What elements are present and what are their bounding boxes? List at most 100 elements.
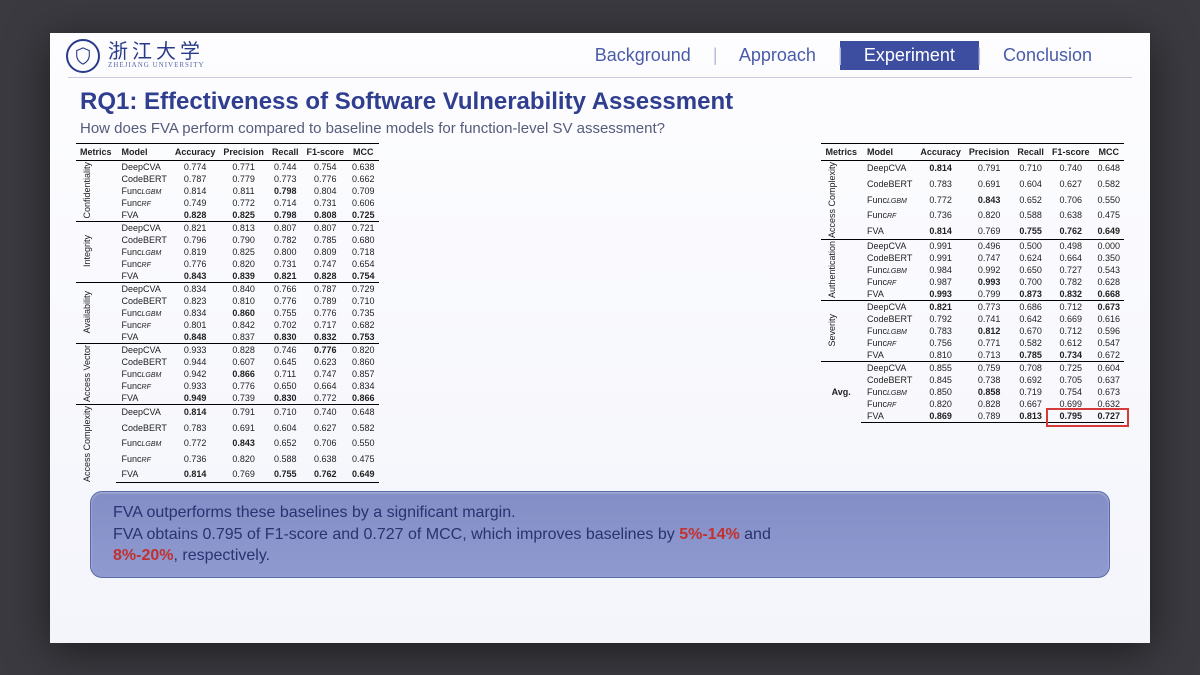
value-cell: 0.623: [302, 356, 348, 368]
nav-conclusion[interactable]: Conclusion: [979, 41, 1116, 70]
value-cell: 0.799: [965, 288, 1014, 301]
value-cell: 0.731: [268, 258, 303, 270]
value-cell: 0.747: [302, 368, 348, 380]
value-cell: 0.828: [965, 398, 1014, 410]
model-cell: CodeBERT: [861, 313, 916, 325]
model-cell: FVA: [861, 349, 916, 362]
value-cell: 0.604: [1013, 176, 1048, 192]
value-cell: 0.993: [965, 276, 1014, 288]
header: 浙江大学 ZHEJIANG UNIVERSITY BackgroundAppro…: [50, 33, 1150, 77]
value-cell: 0.860: [348, 356, 379, 368]
value-cell: 0.776: [302, 173, 348, 185]
value-cell: 0.839: [219, 270, 268, 283]
value-cell: 0.771: [219, 160, 268, 173]
value-cell: 0.848: [171, 331, 220, 344]
value-cell: 0.807: [302, 221, 348, 234]
value-cell: 0.811: [219, 185, 268, 197]
value-cell: 0.550: [1093, 192, 1124, 208]
value-cell: 0.762: [1048, 223, 1094, 239]
value-cell: 0.991: [916, 239, 965, 252]
value-cell: 0.813: [219, 221, 268, 234]
value-cell: 0.759: [965, 361, 1014, 374]
results-table-left: MetricsModelAccuracyPrecisionRecallF1-sc…: [76, 143, 379, 484]
value-cell: 0.933: [171, 343, 220, 356]
value-cell: 0.672: [1093, 349, 1124, 362]
value-cell: 0.789: [302, 295, 348, 307]
value-cell: 0.837: [219, 331, 268, 344]
model-cell: DeepCVA: [861, 361, 916, 374]
value-cell: 0.712: [1048, 325, 1094, 337]
value-cell: 0.766: [268, 282, 303, 295]
value-cell: 0.992: [965, 264, 1014, 276]
value-cell: 0.821: [268, 270, 303, 283]
value-cell: 0.731: [302, 197, 348, 209]
value-cell: 0.933: [171, 380, 220, 392]
value-cell: 0.942: [171, 368, 220, 380]
value-cell: 0.798: [268, 209, 303, 222]
value-cell: 0.710: [348, 295, 379, 307]
model-cell: CodeBERT: [861, 374, 916, 386]
value-cell: 0.727: [1048, 264, 1094, 276]
value-cell: 0.710: [268, 404, 303, 420]
model-cell: DeepCVA: [861, 160, 916, 176]
model-cell: FuncRF: [116, 258, 171, 270]
value-cell: 0.699: [1048, 398, 1094, 410]
value-cell: 0.776: [219, 380, 268, 392]
value-cell: 0.776: [302, 343, 348, 356]
value-cell: 0.637: [1093, 374, 1124, 386]
value-cell: 0.845: [916, 374, 965, 386]
model-cell: FVA: [116, 209, 171, 222]
value-cell: 0.850: [916, 386, 965, 398]
metric-access-complexity: Access Complexity: [76, 404, 116, 483]
value-cell: 0.779: [219, 173, 268, 185]
value-cell: 0.993: [916, 288, 965, 301]
value-cell: 0.756: [916, 337, 965, 349]
value-cell: 0.740: [1048, 160, 1094, 176]
value-cell: 0.627: [1048, 176, 1094, 192]
model-cell: FuncRF: [861, 398, 916, 410]
value-cell: 0.823: [171, 295, 220, 307]
value-cell: 0.789: [965, 410, 1014, 423]
value-cell: 0.834: [348, 380, 379, 392]
value-cell: 0.773: [965, 300, 1014, 313]
value-cell: 0.686: [1013, 300, 1048, 313]
nav-approach[interactable]: Approach: [715, 41, 840, 70]
value-cell: 0.691: [219, 420, 268, 435]
callout-line1: FVA outperforms these baselines by a sig…: [113, 502, 1087, 524]
value-cell: 0.717: [302, 319, 348, 331]
value-cell: 0.820: [219, 451, 268, 466]
value-cell: 0.649: [348, 466, 379, 482]
value-cell: 0.753: [348, 331, 379, 344]
value-cell: 0.706: [302, 436, 348, 451]
value-cell: 0.582: [348, 420, 379, 435]
model-cell: CodeBERT: [116, 173, 171, 185]
value-cell: 0.944: [171, 356, 220, 368]
value-cell: 0.828: [171, 209, 220, 222]
value-cell: 0.857: [348, 368, 379, 380]
value-cell: 0.664: [302, 380, 348, 392]
metric-access-complexity: Access Complexity: [821, 160, 861, 239]
value-cell: 0.772: [302, 392, 348, 405]
value-cell: 0.747: [302, 258, 348, 270]
nav-background[interactable]: Background: [571, 41, 715, 70]
value-cell: 0.735: [348, 307, 379, 319]
value-cell: 0.776: [268, 295, 303, 307]
metric-access-vector: Access Vector: [76, 343, 116, 404]
model-cell: DeepCVA: [861, 300, 916, 313]
model-cell: FuncRF: [861, 207, 916, 223]
value-cell: 0.801: [171, 319, 220, 331]
value-cell: 0.785: [302, 234, 348, 246]
value-cell: 0.866: [348, 392, 379, 405]
model-cell: CodeBERT: [116, 356, 171, 368]
value-cell: 0.648: [348, 404, 379, 420]
value-cell: 0.739: [219, 392, 268, 405]
nav-experiment[interactable]: Experiment: [840, 41, 979, 70]
model-cell: FuncLGBM: [861, 325, 916, 337]
model-cell: DeepCVA: [116, 404, 171, 420]
value-cell: 0.627: [302, 420, 348, 435]
value-cell: 0.721: [348, 221, 379, 234]
value-cell: 0.866: [219, 368, 268, 380]
value-cell: 0.869: [916, 410, 965, 423]
col-recall: Recall: [1013, 143, 1048, 160]
col-mcc: MCC: [1093, 143, 1124, 160]
